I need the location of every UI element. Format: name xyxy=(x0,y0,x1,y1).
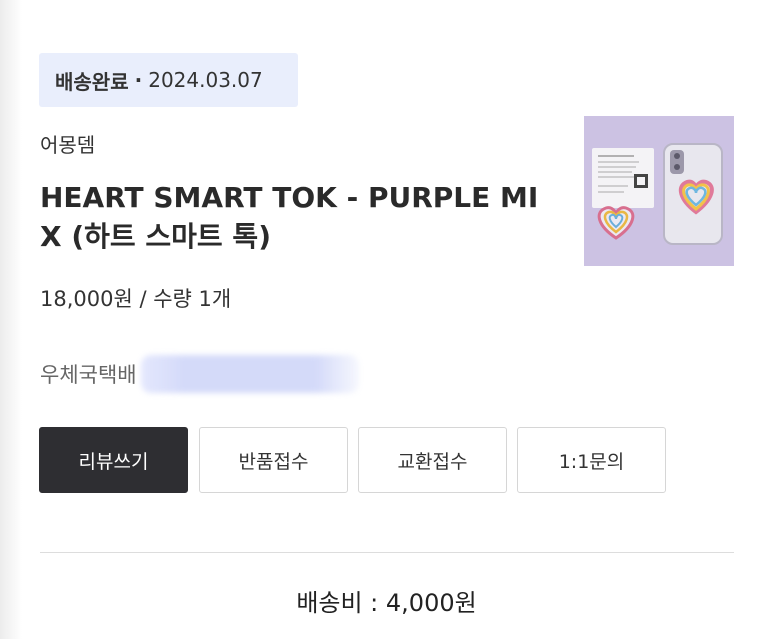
product-thumbnail[interactable] xyxy=(584,116,734,266)
delivery-status: 배송완료 xyxy=(55,69,129,94)
left-edge-shade xyxy=(0,0,22,639)
exchange-request-button[interactable]: 교환접수 xyxy=(358,427,507,493)
courier-name: 우체국택배 xyxy=(40,363,137,387)
status-separator: · xyxy=(134,68,143,92)
write-review-button[interactable]: 리뷰쓰기 xyxy=(39,427,188,493)
product-photo-icon xyxy=(584,116,734,266)
order-status-badge: 배송완료 · 2024.03.07 xyxy=(39,53,298,107)
tracking-number-redacted xyxy=(140,355,359,393)
order-date: 2024.03.07 xyxy=(148,68,263,92)
store-name[interactable]: 어몽뎀 xyxy=(40,129,95,158)
section-divider xyxy=(40,552,734,553)
courier-info: 우체국택배 xyxy=(40,355,359,393)
shipping-fee: 배송비 : 4,000원 xyxy=(296,589,477,617)
one-on-one-inquiry-button[interactable]: 1:1문의 xyxy=(517,427,666,493)
return-request-button[interactable]: 반품접수 xyxy=(199,427,348,493)
product-title[interactable]: HEART SMART TOK - PURPLE MIX (하트 스마트 톡) xyxy=(40,178,550,256)
price-quantity: 18,000원 / 수량 1개 xyxy=(40,287,232,311)
